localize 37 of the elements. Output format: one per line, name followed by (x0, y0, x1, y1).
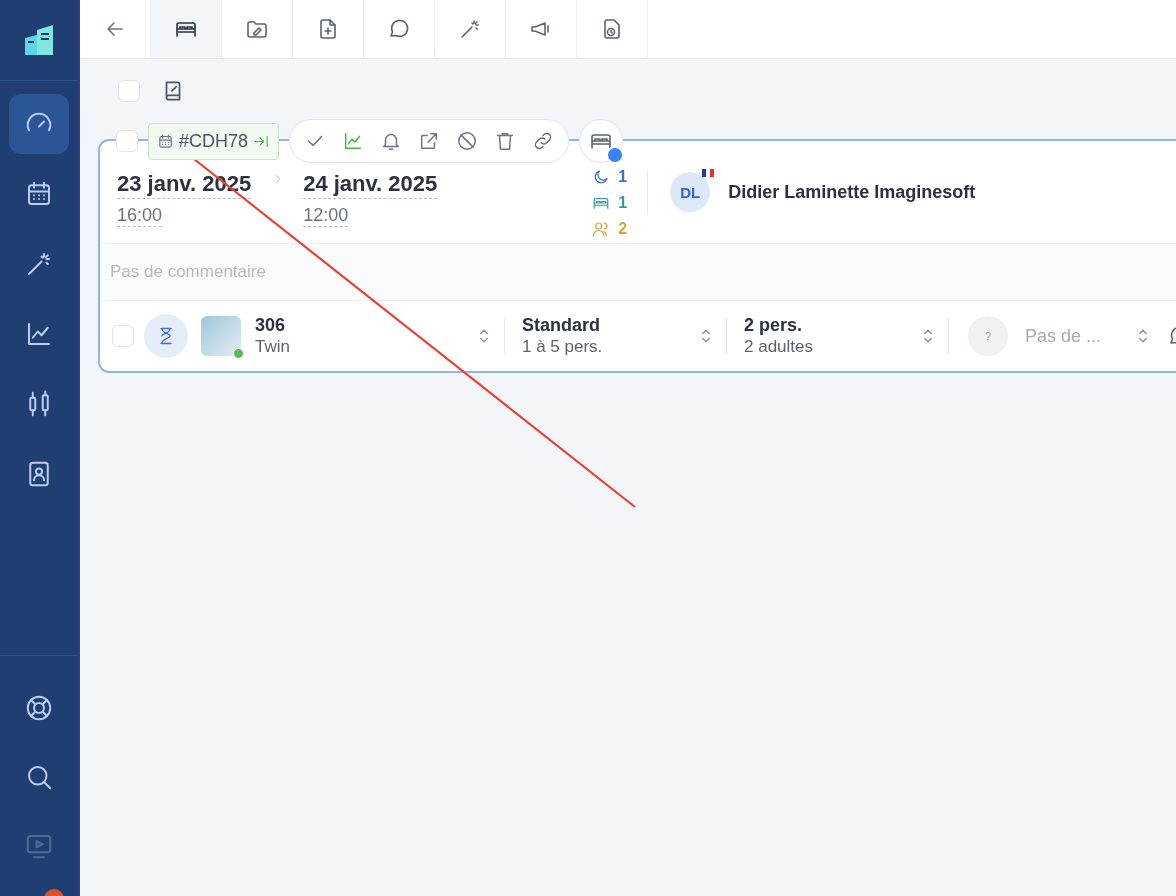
unknown-badge: ? (968, 316, 1008, 356)
guests-count: 2 (618, 220, 628, 238)
magic-wand-icon (458, 17, 482, 41)
users-icon (592, 220, 611, 238)
room-select[interactable]: 306 Twin (255, 315, 504, 357)
nights-count: 1 (618, 168, 628, 186)
room-number: 306 (255, 315, 287, 336)
arrival-time[interactable]: 16:00 (117, 205, 163, 227)
moon-icon (592, 168, 611, 186)
departure-time[interactable]: 12:00 (303, 205, 349, 227)
room-capacity: 1 à 5 pers. (522, 337, 603, 357)
add-bed-button[interactable] (579, 119, 624, 163)
booking-reference: #CDH78 (179, 130, 249, 152)
lifebuoy-icon (24, 693, 54, 723)
occupancy-detail: 2 adultes (744, 337, 813, 357)
departure-date[interactable]: 24 janv. 2025 (303, 171, 438, 199)
flag-icon (702, 169, 715, 177)
guest-name[interactable]: Didier Laminette Imaginesoft (728, 181, 976, 203)
guest-initials: DL (680, 183, 701, 201)
checkbox[interactable] (118, 80, 140, 102)
occupancy-select[interactable]: 2 pers. 2 adultes (744, 315, 948, 357)
rooms-count: 1 (618, 194, 628, 212)
category-select[interactable]: Standard 1 à 5 pers. (522, 315, 726, 357)
checkbox[interactable] (116, 130, 138, 152)
room-type: Twin (255, 337, 290, 357)
room-category: Standard (522, 315, 601, 336)
sidebar-item[interactable] (9, 94, 69, 154)
extra-value: Pas de ... (1025, 325, 1103, 347)
booking-reference-tag[interactable]: #CDH78 (148, 122, 280, 160)
ban-button[interactable] (456, 130, 479, 152)
tab[interactable] (151, 0, 222, 58)
ban-icon (456, 130, 479, 152)
room-photo-placeholder (201, 316, 241, 356)
checkbox[interactable] (112, 325, 134, 347)
occupancy: 2 pers. (744, 315, 804, 336)
logo-icon (23, 24, 55, 56)
calendar-icon (157, 132, 174, 150)
